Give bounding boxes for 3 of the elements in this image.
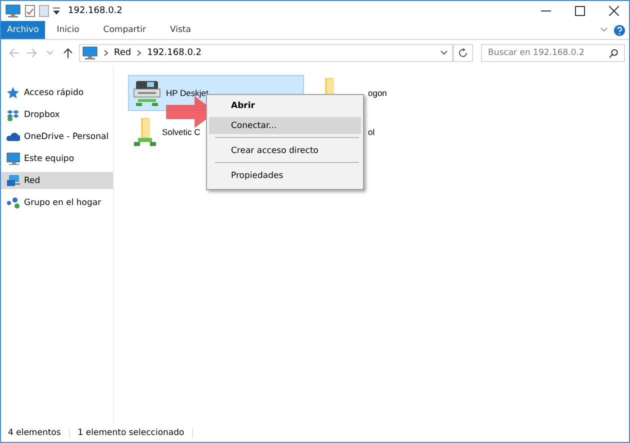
status-text: 1 elemento seleccionado <box>78 428 194 438</box>
status-text: 4 elementos <box>8 428 70 438</box>
window-title: 192.168.0.2 <box>68 6 122 16</box>
